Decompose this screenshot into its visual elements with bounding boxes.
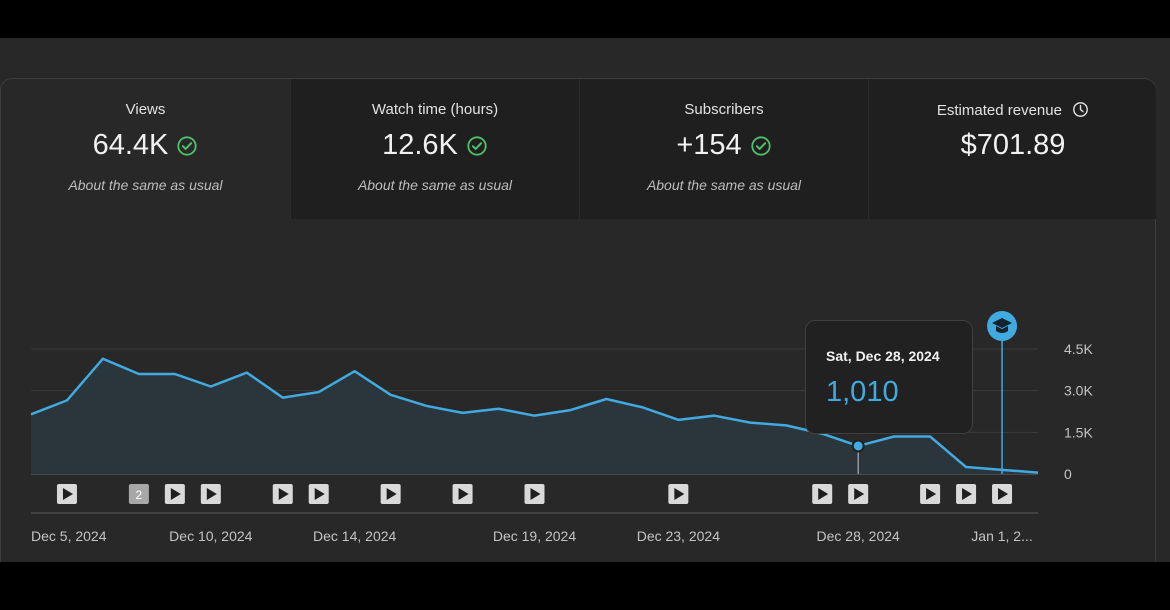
y-tick-label: 0 <box>1064 466 1072 482</box>
play-icon[interactable] <box>848 484 869 504</box>
tooltip-value: 1,010 <box>826 376 899 408</box>
play-icon[interactable] <box>956 484 977 504</box>
x-tick-label: Dec 23, 2024 <box>637 528 720 544</box>
marker-count: 2 <box>136 488 143 502</box>
hover-point <box>851 439 865 453</box>
play-icon[interactable] <box>992 484 1013 504</box>
play-icon[interactable] <box>200 484 221 504</box>
play-icon[interactable] <box>56 484 77 504</box>
play-icon[interactable] <box>380 484 401 504</box>
x-tick-label: Dec 28, 2024 <box>817 528 900 544</box>
play-icon[interactable] <box>308 484 329 504</box>
chart-tooltip: Sat, Dec 28, 2024 1,010 <box>805 320 973 434</box>
play-icon[interactable] <box>164 484 185 504</box>
x-tick-label: Jan 1, 2... <box>971 528 1032 544</box>
video-group-marker[interactable]: 2 <box>128 484 149 504</box>
analytics-screen: Views 64.4K About the same as usual Watc… <box>0 38 1170 562</box>
views-chart: 2 Dec 5, 2024 Dec 10, 2024 Dec 14, 2024 Dec… <box>30 311 1093 544</box>
tooltip-date: Sat, Dec 28, 2024 <box>826 348 940 364</box>
x-tick-label: Dec 5, 2024 <box>31 528 107 544</box>
play-icon[interactable] <box>272 484 293 504</box>
x-tick-label: Dec 14, 2024 <box>313 528 396 544</box>
x-tick-label: Dec 10, 2024 <box>169 528 252 544</box>
y-tick-label: 4.5K <box>1064 341 1093 357</box>
play-icon[interactable] <box>452 484 473 504</box>
analytics-panel: Views 64.4K About the same as usual Watc… <box>0 78 1156 562</box>
play-icon[interactable] <box>920 484 941 504</box>
y-tick-label: 1.5K <box>1064 424 1093 440</box>
play-icon[interactable] <box>524 484 545 504</box>
play-icon[interactable] <box>668 484 689 504</box>
graduation-cap-icon[interactable] <box>987 311 1018 341</box>
x-tick-label: Dec 19, 2024 <box>493 528 576 544</box>
y-tick-label: 3.0K <box>1064 383 1093 399</box>
play-icon[interactable] <box>812 484 833 504</box>
